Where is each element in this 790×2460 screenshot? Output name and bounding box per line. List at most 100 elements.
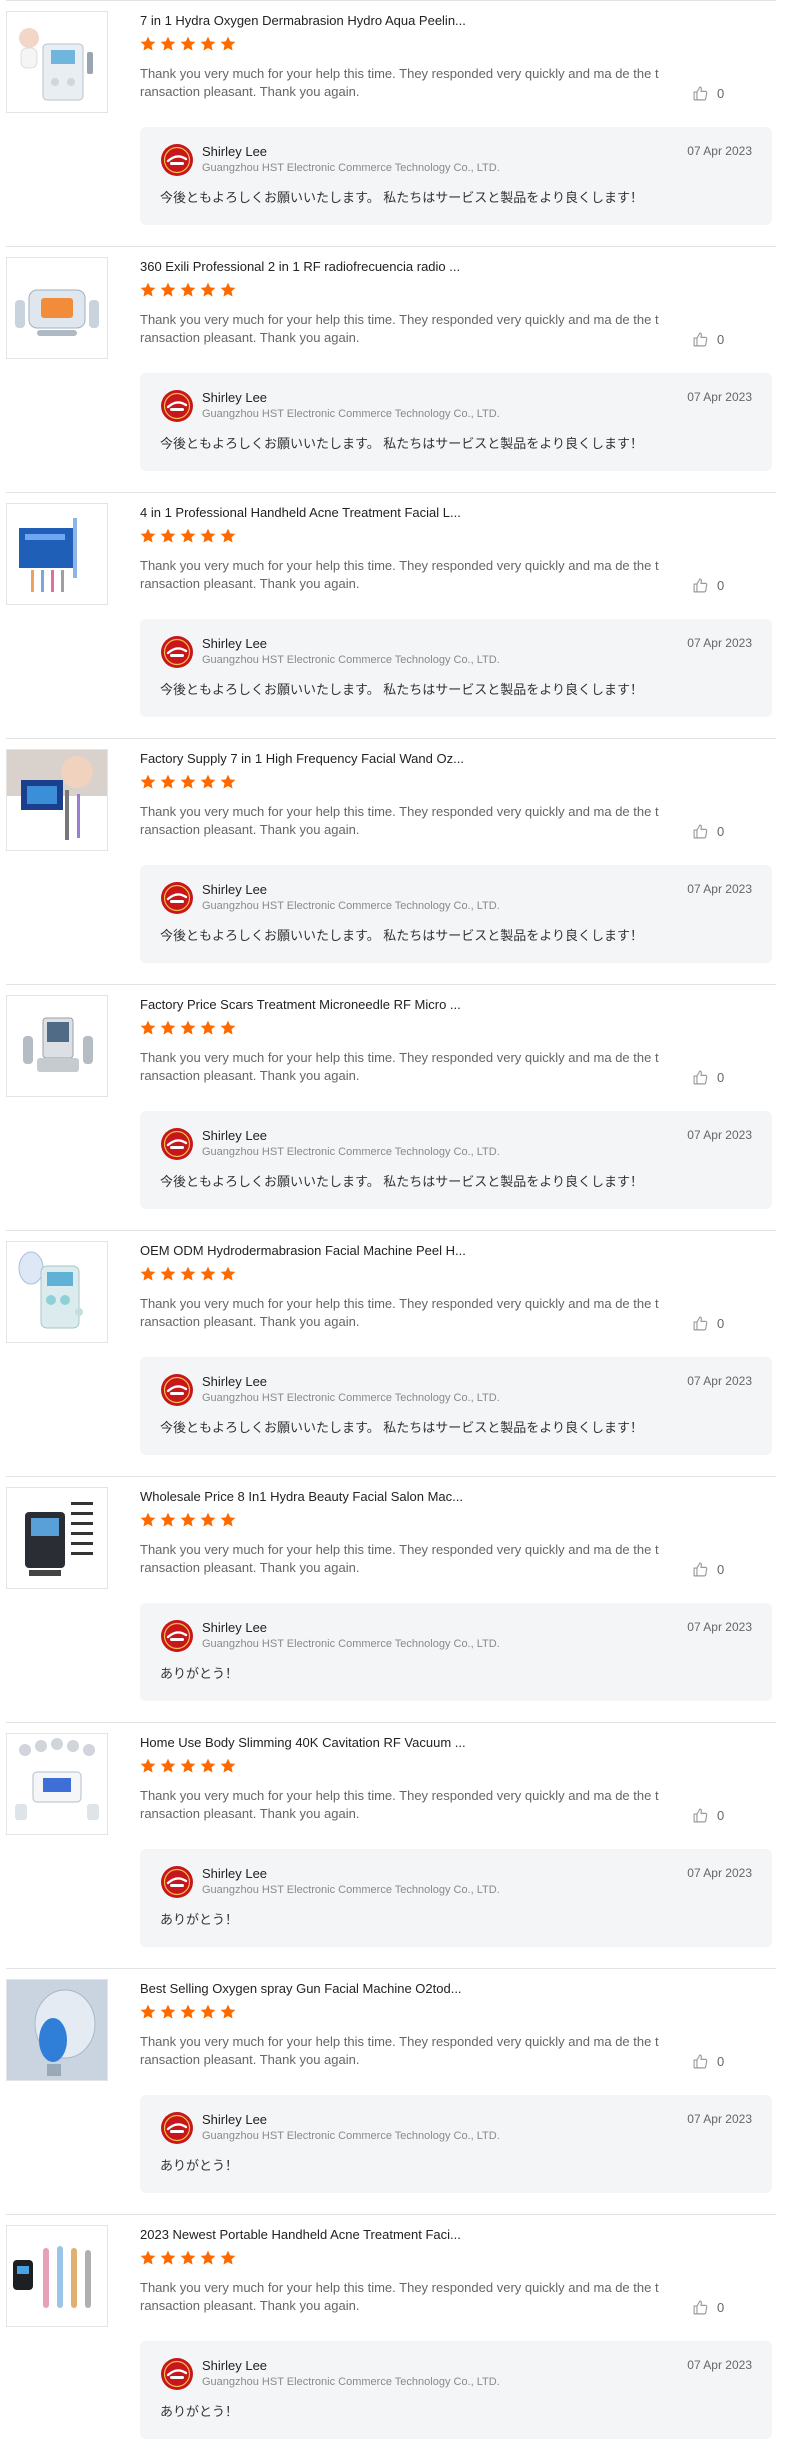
seller-reply: Shirley Lee Guangzhou HST Electronic Com… (140, 2341, 772, 2439)
product-title[interactable]: Home Use Body Slimming 40K Cavitation RF… (140, 1735, 540, 1750)
star-icon (140, 1512, 156, 1527)
product-thumbnail[interactable] (6, 749, 108, 851)
star-rating (139, 773, 237, 791)
product-title[interactable]: Factory Supply 7 in 1 High Frequency Fac… (140, 751, 540, 766)
star-icon (220, 2004, 236, 2019)
like-count: 0 (717, 1070, 725, 1085)
company-logo-icon (161, 1128, 193, 1160)
reply-date: 07 Apr 2023 (687, 1374, 752, 1388)
star-icon (220, 1758, 236, 1773)
star-rating (139, 35, 237, 53)
star-icon (160, 1512, 176, 1527)
seller-reply: Shirley Lee Guangzhou HST Electronic Com… (140, 2095, 772, 2193)
product-thumbnail[interactable] (6, 1979, 108, 2081)
reply-date: 07 Apr 2023 (687, 144, 752, 158)
product-image (7, 504, 107, 604)
seller-reply: Shirley Lee Guangzhou HST Electronic Com… (140, 127, 772, 225)
reply-date: 07 Apr 2023 (687, 636, 752, 650)
like-button[interactable]: 0 (692, 2053, 724, 2070)
thumbs-up-icon (693, 1808, 708, 1823)
product-title[interactable]: OEM ODM Hydrodermabrasion Facial Machine… (140, 1243, 540, 1258)
star-icon (160, 36, 176, 51)
reply-author-name: Shirley Lee (202, 2112, 268, 2127)
like-button[interactable]: 0 (692, 331, 724, 348)
star-rating (139, 1511, 237, 1529)
thumbs-up-icon (693, 1070, 708, 1085)
like-button[interactable]: 0 (692, 2299, 724, 2316)
star-icon (180, 1512, 196, 1527)
star-icon (200, 2004, 216, 2019)
review-item: Best Selling Oxygen spray Gun Facial Mac… (6, 1969, 776, 2215)
product-thumbnail[interactable] (6, 1733, 108, 1835)
reply-text: 今後ともよろしくお願いいたします。 私たちはサービスと製品をより良くします！ (160, 1420, 644, 1435)
like-button[interactable]: 0 (692, 823, 724, 840)
star-rating (139, 1265, 237, 1283)
product-title[interactable]: Factory Price Scars Treatment Microneedl… (140, 997, 540, 1012)
review-item: 2023 Newest Portable Handheld Acne Treat… (6, 2215, 776, 2460)
star-icon (220, 774, 236, 789)
reply-company: Guangzhou HST Electronic Commerce Techno… (202, 900, 500, 912)
star-icon (180, 1020, 196, 1035)
star-icon (140, 2250, 156, 2265)
review-comment: Thank you very much for your help this t… (140, 312, 659, 345)
star-rating (139, 2003, 237, 2021)
star-icon (220, 36, 236, 51)
star-icon (160, 2004, 176, 2019)
seller-reply: Shirley Lee Guangzhou HST Electronic Com… (140, 865, 772, 963)
product-thumbnail[interactable] (6, 1487, 108, 1589)
star-icon (140, 1758, 156, 1773)
product-thumbnail[interactable] (6, 995, 108, 1097)
star-icon (160, 1758, 176, 1773)
product-title[interactable]: 7 in 1 Hydra Oxygen Dermabrasion Hydro A… (140, 13, 540, 28)
product-thumbnail[interactable] (6, 1241, 108, 1343)
product-thumbnail[interactable] (6, 503, 108, 605)
thumbs-up-icon (693, 824, 708, 839)
like-count: 0 (717, 578, 725, 593)
thumbs-up-icon (693, 332, 708, 347)
like-button[interactable]: 0 (692, 1807, 724, 1824)
company-logo-icon (161, 882, 193, 914)
reply-author-name: Shirley Lee (202, 2358, 268, 2373)
like-count: 0 (717, 1316, 725, 1331)
review-comment: Thank you very much for your help this t… (140, 1788, 659, 1821)
like-button[interactable]: 0 (692, 85, 724, 102)
star-icon (200, 1020, 216, 1035)
reply-company: Guangzhou HST Electronic Commerce Techno… (202, 1146, 500, 1158)
reply-author-name: Shirley Lee (202, 636, 268, 651)
product-image (7, 996, 107, 1096)
review-item: Home Use Body Slimming 40K Cavitation RF… (6, 1723, 776, 1969)
like-button[interactable]: 0 (692, 1069, 724, 1086)
thumbs-up-icon (693, 578, 708, 593)
product-thumbnail[interactable] (6, 2225, 108, 2327)
reply-text: 今後ともよろしくお願いいたします。 私たちはサービスと製品をより良くします！ (160, 1174, 644, 1189)
product-title[interactable]: 2023 Newest Portable Handheld Acne Treat… (140, 2227, 540, 2242)
like-button[interactable]: 0 (692, 577, 724, 594)
product-title[interactable]: Wholesale Price 8 In1 Hydra Beauty Facia… (140, 1489, 540, 1504)
product-title[interactable]: Best Selling Oxygen spray Gun Facial Mac… (140, 1981, 540, 1996)
like-count: 0 (717, 2054, 725, 2069)
reply-date: 07 Apr 2023 (687, 2112, 752, 2126)
thumbs-up-icon (693, 86, 708, 101)
star-icon (180, 282, 196, 297)
reply-text: 今後ともよろしくお願いいたします。 私たちはサービスと製品をより良くします！ (160, 190, 644, 205)
seller-reply: Shirley Lee Guangzhou HST Electronic Com… (140, 1111, 772, 1209)
like-count: 0 (717, 86, 725, 101)
review-item: Factory Price Scars Treatment Microneedl… (6, 985, 776, 1231)
product-title[interactable]: 4 in 1 Professional Handheld Acne Treatm… (140, 505, 540, 520)
seller-reply: Shirley Lee Guangzhou HST Electronic Com… (140, 373, 772, 471)
like-button[interactable]: 0 (692, 1315, 724, 1332)
star-icon (220, 1512, 236, 1527)
product-image (7, 1980, 107, 2080)
product-thumbnail[interactable] (6, 11, 108, 113)
reply-author-name: Shirley Lee (202, 1620, 268, 1635)
product-image (7, 12, 107, 112)
reply-text: ありがとう！ (160, 2404, 239, 2419)
like-button[interactable]: 0 (692, 1561, 724, 1578)
reply-text: ありがとう！ (160, 1912, 239, 1927)
product-thumbnail[interactable] (6, 257, 108, 359)
star-icon (200, 2250, 216, 2265)
product-title[interactable]: 360 Exili Professional 2 in 1 RF radiofr… (140, 259, 540, 274)
company-logo-icon (161, 144, 193, 176)
reply-text: ありがとう！ (160, 2158, 239, 2173)
star-icon (160, 774, 176, 789)
